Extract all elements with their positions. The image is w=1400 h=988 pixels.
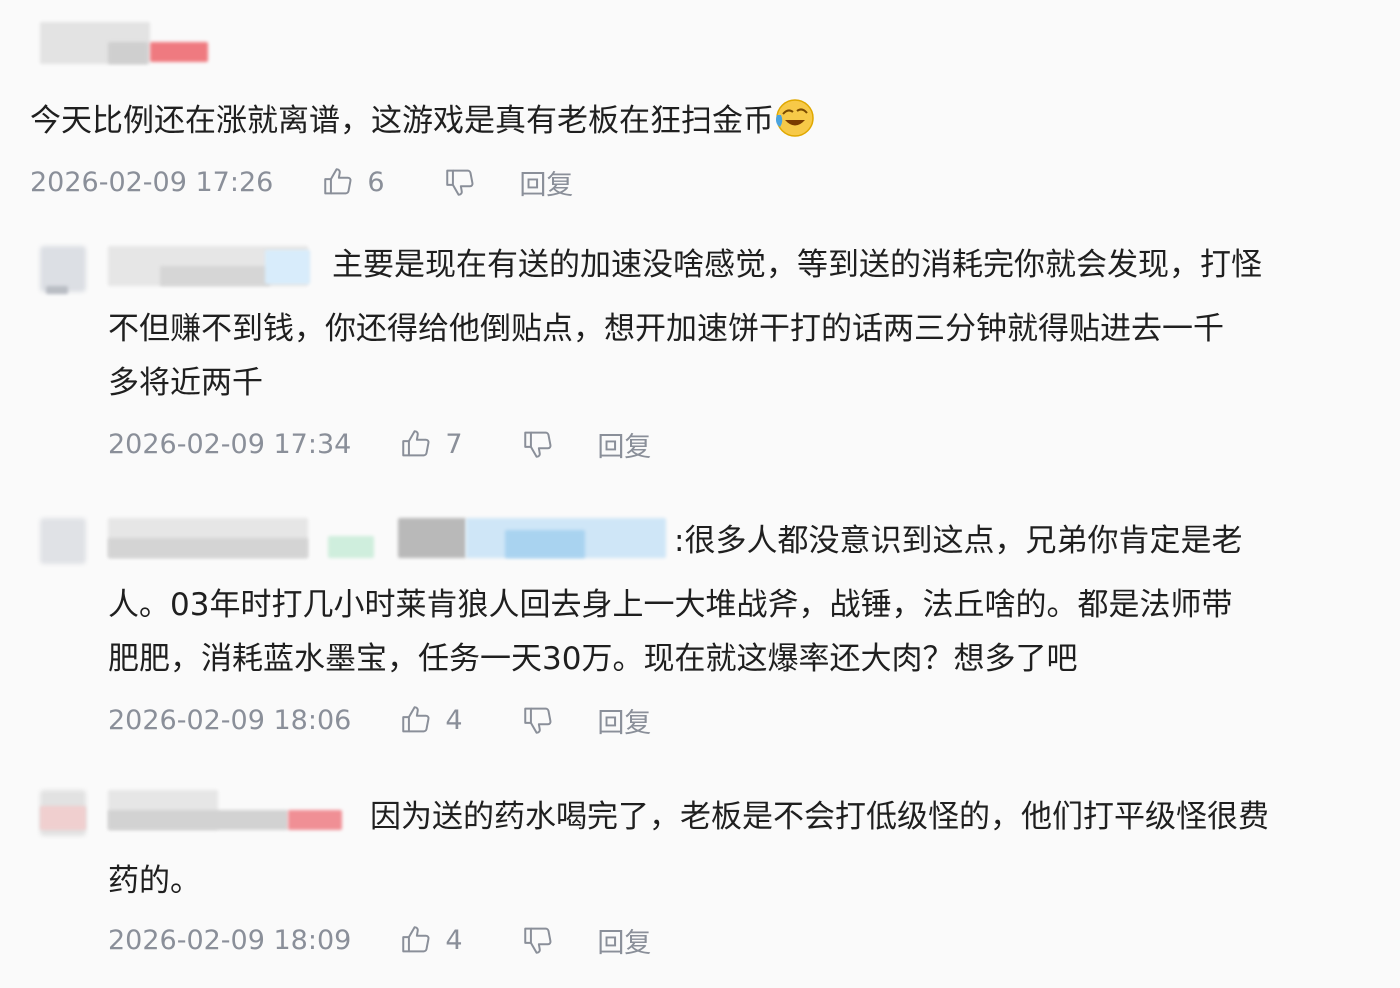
comment-meta: 2026-02-09 17:34 7 回复: [108, 424, 651, 464]
comment-text-line-1: 因为送的药水喝完了，老板是不会打低级怪的，他们打平级怪很费: [370, 799, 1269, 835]
reply-button[interactable]: 回复: [597, 701, 651, 740]
thumbs-down-icon: [446, 169, 474, 196]
thumbs-down-icon: [524, 707, 552, 734]
comment-text-line-3: 肥肥，消耗蓝水墨宝，任务一天30万。现在就这爆率还大肉？想多了吧: [108, 641, 1078, 677]
crying-laughing-emoji-icon: [774, 97, 814, 137]
like-count: 7: [445, 428, 463, 460]
dislike-button[interactable]: [521, 923, 555, 957]
thumbs-down-icon: [524, 927, 552, 954]
thumbs-up-icon: [402, 430, 430, 457]
thumbs-down-icon: [524, 431, 552, 458]
comment-text-content: 今天比例还在涨就离谱，这游戏是真有老板在狂扫金币: [30, 103, 774, 139]
reply-button[interactable]: 回复: [519, 163, 573, 202]
comment-timestamp: 2026-02-09 17:26: [30, 166, 274, 198]
dislike-button[interactable]: [443, 165, 477, 199]
comment-text: 今天比例还在涨就离谱，这游戏是真有老板在狂扫金币: [30, 92, 814, 150]
reply-button[interactable]: 回复: [597, 425, 651, 464]
comment-text-line-2: 不但赚不到钱，你还得给他倒贴点，想开加速饼干打的话两三分钟就得贴进去一千: [108, 311, 1224, 347]
like-button[interactable]: 6: [321, 165, 407, 199]
comment-timestamp: 2026-02-09 17:34: [108, 428, 352, 460]
comment-meta: 2026-02-09 17:26 6 回复: [30, 162, 573, 202]
comment-text-line-1: :很多人都没意识到这点，兄弟你肯定是老: [674, 523, 1243, 559]
comment-meta: 2026-02-09 18:09 4 回复: [108, 920, 651, 960]
like-count: 4: [445, 924, 463, 956]
comment-text-line-1: 主要是现在有送的加速没啥感觉，等到送的消耗完你就会发现，打怪: [332, 247, 1262, 283]
thumbs-up-icon: [324, 168, 352, 195]
like-button[interactable]: 7: [399, 427, 485, 461]
like-button[interactable]: 4: [399, 703, 485, 737]
comment-text-line-2: 人。03年时打几小时莱肯狼人回去身上一大堆战斧，战锤，法丘啥的。都是法师带: [108, 587, 1233, 623]
like-count: 4: [445, 704, 463, 736]
dislike-button[interactable]: [521, 427, 555, 461]
like-count: 6: [367, 166, 385, 198]
comment-text-line-2: 药的。: [108, 863, 201, 899]
dislike-button[interactable]: [521, 703, 555, 737]
reply-button[interactable]: 回复: [597, 921, 651, 960]
thumbs-up-icon: [402, 706, 430, 733]
like-button[interactable]: 4: [399, 923, 485, 957]
comment-timestamp: 2026-02-09 18:09: [108, 924, 352, 956]
thumbs-up-icon: [402, 926, 430, 953]
comment-meta: 2026-02-09 18:06 4 回复: [108, 700, 651, 740]
comment-text-line-3: 多将近两千: [108, 365, 263, 401]
comment-timestamp: 2026-02-09 18:06: [108, 704, 352, 736]
